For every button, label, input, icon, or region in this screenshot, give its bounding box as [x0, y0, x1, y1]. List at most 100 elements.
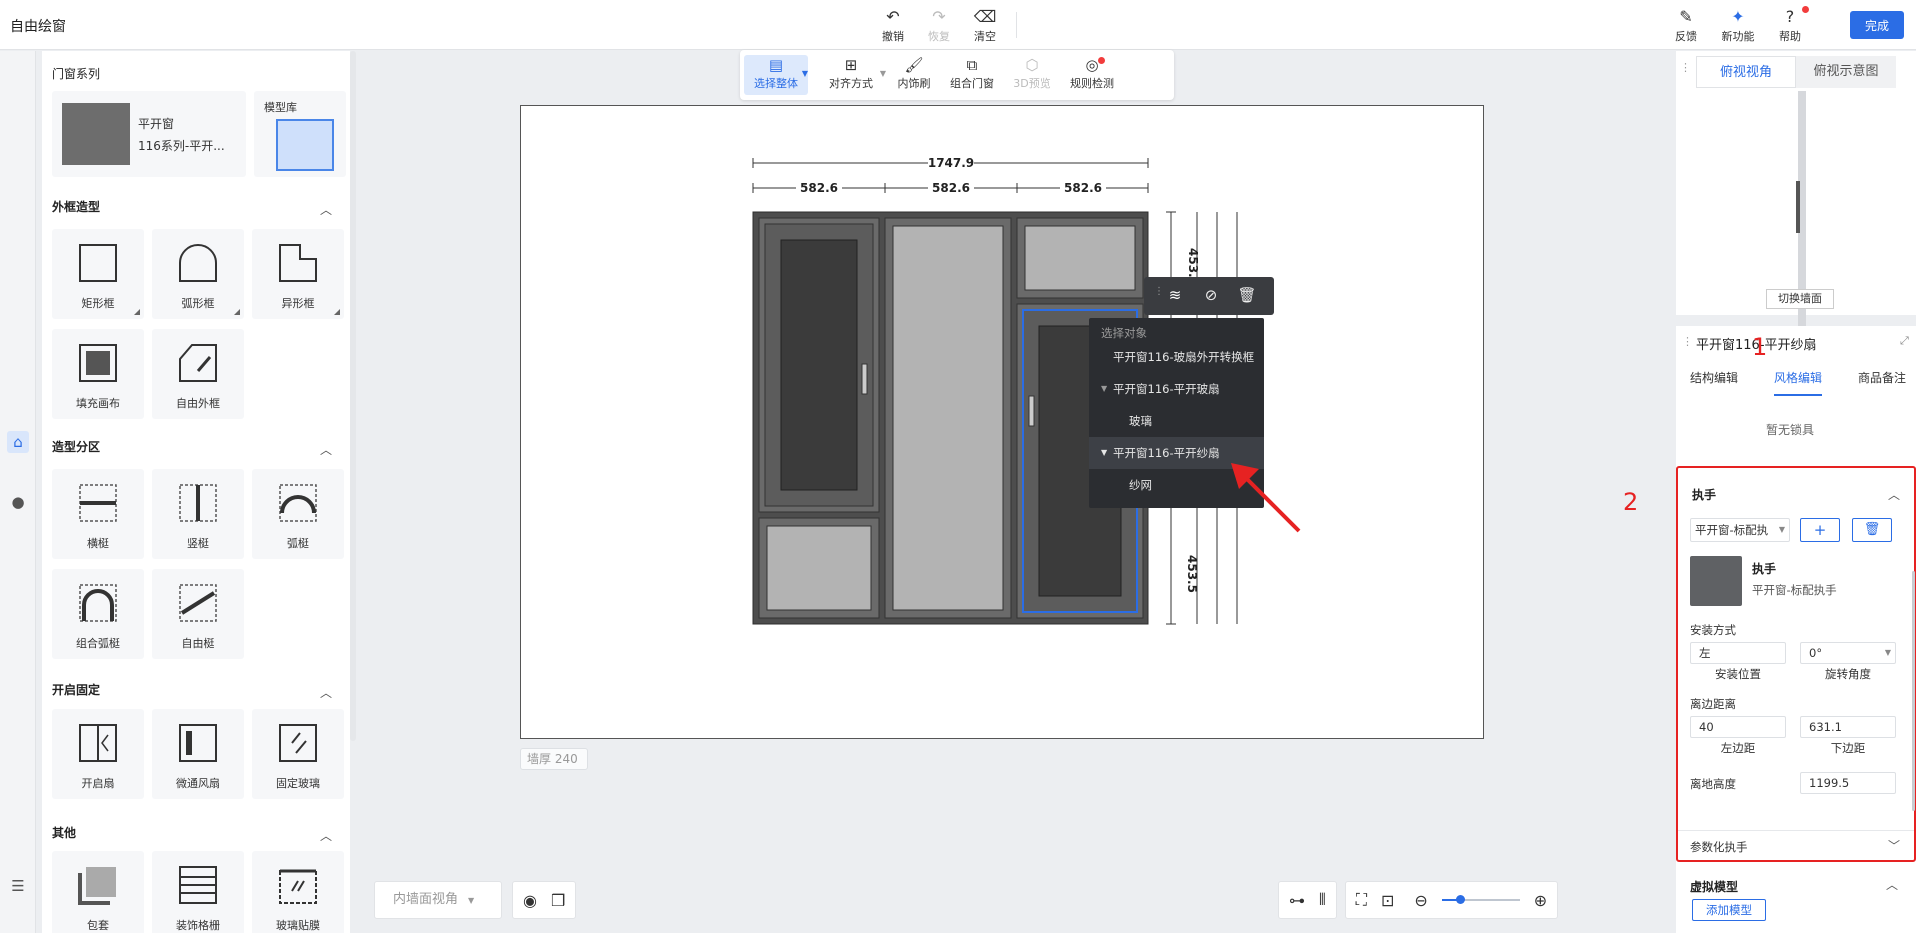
item-casement[interactable]: 开启扇	[52, 709, 144, 799]
door-window-rail-icon[interactable]: ⌂	[7, 431, 29, 453]
item-arc-frame[interactable]: 弧形框	[152, 229, 244, 319]
glass-right-top	[1024, 225, 1136, 291]
model-library-icon	[276, 119, 334, 171]
select-all-icon: ▤	[768, 56, 784, 74]
drag-handle-icon[interactable]: ⋮	[1680, 61, 1691, 74]
hide-eye-icon[interactable]: ⊘	[1200, 286, 1222, 306]
history-tools: ↶ 撤销 ↷ 恢复 ⌫ 清空	[870, 6, 1008, 44]
select-layers-icon[interactable]: ≋	[1164, 286, 1186, 306]
model-library-card[interactable]: 模型库	[254, 91, 346, 177]
item-transom[interactable]: 横梃	[52, 469, 144, 559]
view-angle-select[interactable]: 内墙面视角 ▼	[374, 881, 502, 919]
3d-preview-button[interactable]: ⬡ 3D预览	[1002, 55, 1062, 95]
item-free-frame[interactable]: 自由外框	[152, 329, 244, 419]
done-button[interactable]: 完成	[1850, 11, 1904, 39]
eye-icon[interactable]: ◉	[523, 891, 537, 910]
install-label: 安装方式	[1690, 623, 1736, 637]
undo-button[interactable]: ↶ 撤销	[870, 6, 916, 44]
chevron-up-icon[interactable]: ︿	[320, 684, 332, 701]
glass-left-bottom	[766, 525, 872, 611]
item-mullion[interactable]: 竖梃	[152, 469, 244, 559]
zoom-slider-knob[interactable]	[1455, 895, 1465, 904]
chevron-up-icon[interactable]: ︿	[320, 441, 332, 458]
item-arc-mullion[interactable]: 弧梃	[252, 469, 344, 559]
clear-button[interactable]: ⌫ 清空	[962, 6, 1008, 44]
tab-structure[interactable]: 结构编辑	[1690, 368, 1738, 396]
tab-style[interactable]: 风格编辑	[1773, 368, 1822, 396]
drag-handle-icon[interactable]: ⋮	[1682, 335, 1693, 348]
selection-float-toolbar: ⋮ ≋ ⊘ 🗑	[1144, 277, 1274, 315]
help-button[interactable]: ? 帮助	[1764, 6, 1816, 44]
window-in-wall	[1796, 181, 1800, 233]
item-film[interactable]: 玻璃贴膜	[252, 851, 344, 933]
3d-preview-icon: ⬡	[1025, 56, 1039, 74]
fit-screen-icon[interactable]: ⛶	[1356, 890, 1367, 910]
zoom-slider[interactable]	[1441, 895, 1520, 904]
handle-select[interactable]: 平开窗-标配执 ▼	[1690, 518, 1790, 542]
zoom-bar: ⛶ ⊡ ⊖ ⊕	[1344, 881, 1559, 919]
cube-icon[interactable]: ❒	[551, 891, 565, 910]
item-rect-frame[interactable]: 矩形框	[52, 229, 144, 319]
tab-goods-note[interactable]: 商品备注	[1858, 368, 1906, 396]
rotate-angle-caption: 旋转角度	[1825, 667, 1871, 681]
drawing-canvas[interactable]: 1747.9 582.6 582.6 582.6 453. 453.5	[520, 105, 1484, 739]
caret-down-icon: ▼	[1101, 448, 1108, 457]
rule-check-button[interactable]: ◎ 规则检测	[1062, 55, 1122, 95]
add-handle-button[interactable]: +	[1800, 518, 1840, 542]
select-all-button[interactable]: ▤ 选择整体 ▼	[744, 55, 808, 95]
library-scrollbar[interactable]	[350, 51, 356, 741]
item-combo-arc[interactable]: 组合弧梃	[52, 569, 144, 659]
zoom-in-icon[interactable]: ⊕	[1534, 891, 1547, 910]
feedback-button[interactable]: ✎ 反馈	[1660, 6, 1712, 44]
tab-top-view[interactable]: 俯视视角	[1696, 56, 1797, 88]
param-handle-row[interactable]: 参数化执手 ﹀	[1678, 830, 1914, 860]
item-vent-sash[interactable]: 微通风扇	[152, 709, 244, 799]
combine-button[interactable]: ⧉ 组合门窗	[942, 55, 1002, 95]
toggle-icon[interactable]: ⊶	[1289, 891, 1305, 910]
rotate-angle-select[interactable]: 0° ▼	[1800, 642, 1896, 664]
virtual-model-title: 虚拟模型	[1690, 880, 1739, 894]
chevron-down-icon[interactable]: ﹀	[1888, 837, 1900, 854]
left-margin-field[interactable]: 40	[1690, 716, 1786, 738]
menu-item[interactable]: ▼ 平开窗116-平开玻扇	[1089, 373, 1264, 405]
item-cover[interactable]: 包套	[52, 851, 144, 933]
floor-height-field[interactable]: 1199.5	[1800, 772, 1896, 794]
section-title-mullion: 造型分区	[52, 440, 101, 454]
series-card[interactable]: 平开窗 116系列-平开...	[52, 91, 246, 177]
new-feature-icon: ✦	[1731, 7, 1745, 26]
item-free-mullion[interactable]: 自由梃	[152, 569, 244, 659]
chevron-up-icon[interactable]: ︿	[1888, 486, 1900, 503]
install-position-field[interactable]: 左	[1690, 642, 1786, 664]
tab-top-diagram[interactable]: 俯视示意图	[1796, 56, 1896, 88]
chevron-up-icon[interactable]: ︿	[1886, 876, 1898, 893]
redo-button[interactable]: ↷ 恢复	[916, 6, 962, 44]
user-rail-icon[interactable]: ●	[7, 491, 29, 513]
zoom-out-icon[interactable]: ⊖	[1414, 891, 1427, 910]
add-model-button[interactable]: 添加模型	[1692, 899, 1766, 921]
item-shape-frame[interactable]: 异形框	[252, 229, 344, 319]
item-grille[interactable]: 装饰格栅	[152, 851, 244, 933]
mirror-icon[interactable]: ⫴	[1319, 890, 1326, 910]
annotation-number-1: 1	[1752, 333, 1768, 361]
brush-button[interactable]: 🖌 内饰刷	[886, 55, 942, 95]
focus-icon[interactable]: ⊡	[1381, 891, 1394, 910]
property-editor: ⋮ 平开窗116-平开纱扇 ⤢ 结构编辑 风格编辑 商品备注 暂无锁具 执手 ︿…	[1676, 326, 1916, 933]
bottom-margin-field[interactable]: 631.1	[1800, 716, 1896, 738]
editor-scrollbar[interactable]	[1912, 571, 1915, 811]
shape-frame-icon	[279, 244, 317, 282]
chevron-up-icon[interactable]: ︿	[320, 201, 332, 218]
expand-icon[interactable]: ⤢	[1900, 334, 1909, 348]
trash-icon[interactable]: 🗑	[1236, 286, 1258, 306]
menu-item[interactable]: 平开窗116-玻扇外开转换框	[1089, 341, 1264, 373]
item-fixed-glass[interactable]: 固定玻璃	[252, 709, 344, 799]
layers-rail-icon[interactable]: ☰	[7, 875, 29, 897]
menu-item[interactable]: 玻璃	[1089, 405, 1264, 437]
delete-handle-button[interactable]: 🗑	[1852, 518, 1892, 542]
series-title: 门窗系列	[52, 67, 101, 81]
switch-wall-button[interactable]: 切换墙面	[1766, 289, 1834, 309]
item-fill-canvas[interactable]: 填充画布	[52, 329, 144, 419]
align-button[interactable]: ⊞ 对齐方式 ▼	[816, 55, 886, 95]
chevron-up-icon[interactable]: ︿	[320, 827, 332, 844]
canvas-toolbar: ▤ 选择整体 ▼ ⊞ 对齐方式 ▼ 🖌 内饰刷 ⧉ 组合门窗 ⬡ 3D预览 ◎ 规则检测	[740, 50, 1174, 100]
new-feature-button[interactable]: ✦ 新功能	[1712, 6, 1764, 44]
